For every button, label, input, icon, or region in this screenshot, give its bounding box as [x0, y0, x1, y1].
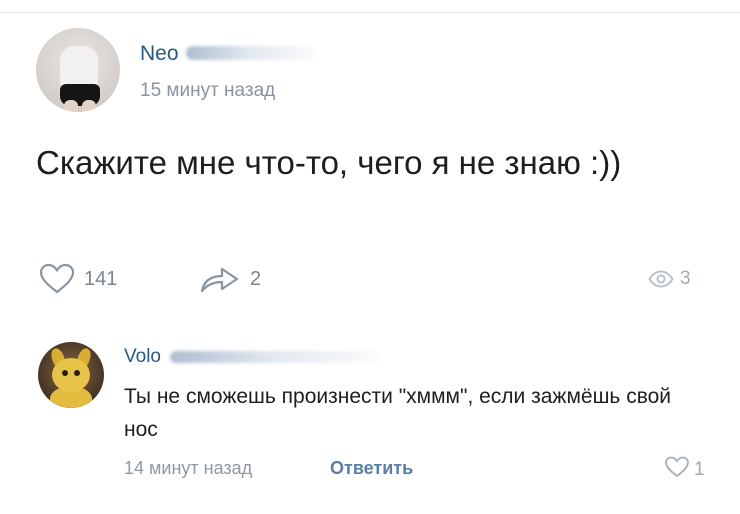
- avatar-head: [52, 358, 90, 392]
- avatar-eye: [62, 370, 68, 376]
- share-count: 2: [250, 267, 262, 290]
- post-author-name-blur: [186, 46, 316, 60]
- comment-text: Ты не сможешь произнести "хммм", если за…: [124, 385, 672, 441]
- share-arrow-icon: [198, 263, 242, 295]
- comment-author-name-blur: [170, 351, 380, 363]
- post-text: Скажите мне что-то, чего я не знаю :)): [36, 144, 622, 181]
- comment-like-count: 1: [694, 459, 705, 480]
- eye-icon: [648, 270, 674, 288]
- like-count: 141: [84, 267, 118, 290]
- comment-timestamp[interactable]: 14 минут назад: [124, 458, 252, 479]
- avatar-figure-leg: [64, 100, 78, 112]
- views-counter: 3: [648, 268, 691, 290]
- post-author-name[interactable]: Neo: [140, 42, 179, 66]
- post-timestamp[interactable]: 15 минут назад: [140, 80, 275, 102]
- share-button[interactable]: 2: [198, 263, 261, 295]
- post-author-avatar[interactable]: [36, 28, 120, 112]
- avatar-figure-leg: [82, 100, 96, 112]
- comment-author-avatar[interactable]: [38, 342, 104, 408]
- like-button[interactable]: 141: [38, 263, 117, 295]
- comment-author-name[interactable]: Volo: [124, 346, 161, 368]
- views-count: 3: [680, 268, 691, 289]
- top-divider: [0, 12, 740, 13]
- avatar-eye: [74, 370, 80, 376]
- reply-button[interactable]: Ответить: [330, 458, 413, 479]
- heart-icon: [664, 456, 690, 484]
- comment-like-button[interactable]: 1: [664, 456, 705, 484]
- heart-icon: [38, 263, 76, 295]
